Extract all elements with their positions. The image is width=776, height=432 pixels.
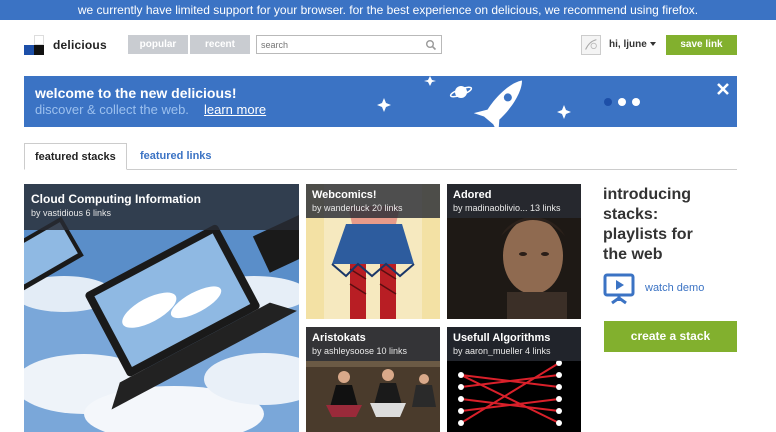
banner-title: welcome to the new delicious! [35, 85, 237, 101]
stacks-promo-heading: introducing stacks: playlists for the we… [603, 185, 733, 265]
search-box[interactable] [256, 35, 442, 54]
stack-title[interactable]: Cloud Computing Information [31, 192, 292, 206]
tab-featured-stacks[interactable]: featured stacks [24, 143, 127, 170]
stack-meta: by ashleysoose 10 links [312, 346, 408, 356]
stack-title[interactable]: Aristokats [312, 332, 434, 344]
user-menu[interactable]: hi, ljune [609, 39, 656, 50]
carousel-dot-3[interactable] [632, 98, 640, 106]
tab-featured-links[interactable]: featured links [130, 143, 222, 170]
close-icon[interactable] [716, 82, 730, 96]
tile-header: Webcomics! by wanderluck 20 links [306, 184, 440, 218]
stack-title[interactable]: Adored [453, 189, 575, 201]
browser-warning-bar: we currently have limited support for yo… [0, 0, 776, 20]
search-icon[interactable] [425, 39, 437, 51]
promo-line: introducing [603, 186, 691, 203]
stack-meta: by madinaoblivio... 13 links [453, 203, 561, 213]
promo-line: stacks: [603, 206, 659, 223]
banner-subtitle: discover & collect the web. [35, 102, 189, 117]
page: we currently have limited support for yo… [0, 0, 776, 432]
promo-line: playlists for [603, 226, 693, 243]
rocket-illustration-icon [377, 76, 571, 127]
nav-recent-button[interactable]: recent [190, 35, 250, 54]
stack-title[interactable]: Webcomics! [312, 189, 434, 201]
stack-meta: by aaron_mueller 4 links [453, 346, 551, 356]
avatar[interactable] [581, 35, 601, 55]
learn-more-link[interactable]: learn more [204, 102, 266, 117]
delicious-logo-icon[interactable] [24, 35, 44, 55]
nav-toggle: popular recent [128, 35, 250, 54]
promo-line: the web [603, 246, 663, 263]
stack-tile-usefull-algorithms[interactable]: Usefull Algorithms by aaron_mueller 4 li… [447, 327, 581, 432]
stack-tile-cloud-computing[interactable]: Cloud Computing Information by vastidiou… [24, 184, 299, 432]
stack-meta: by wanderluck 20 links [312, 203, 403, 213]
tile-header: Cloud Computing Information by vastidiou… [24, 184, 299, 230]
presentation-screen-icon[interactable] [603, 273, 635, 305]
create-stack-button[interactable]: create a stack [604, 321, 737, 352]
tile-header: Aristokats by ashleysoose 10 links [306, 327, 440, 361]
carousel-dot-1[interactable] [604, 98, 612, 106]
stack-tile-aristokats[interactable]: Aristokats by ashleysoose 10 links [306, 327, 440, 432]
welcome-banner: welcome to the new delicious! discover &… [24, 76, 737, 127]
stack-title[interactable]: Usefull Algorithms [453, 332, 575, 344]
chevron-down-icon [649, 42, 656, 47]
tile-header: Usefull Algorithms by aaron_mueller 4 li… [447, 327, 581, 361]
search-input[interactable] [261, 37, 421, 52]
watch-demo-link[interactable]: watch demo [645, 282, 704, 294]
user-greeting: hi, ljune [609, 39, 647, 50]
tile-header: Adored by madinaoblivio... 13 links [447, 184, 581, 218]
stack-tile-adored[interactable]: Adored by madinaoblivio... 13 links [447, 184, 581, 319]
nav-popular-button[interactable]: popular [128, 35, 188, 54]
save-link-button[interactable]: save link [666, 35, 737, 55]
stack-tabs: featured stacks featured links [24, 143, 737, 170]
carousel-dots [604, 98, 640, 106]
stack-meta: by vastidious 6 links [31, 208, 112, 218]
logo-text[interactable]: delicious [53, 38, 107, 52]
carousel-dot-2[interactable] [618, 98, 626, 106]
stack-tile-webcomics[interactable]: Webcomics! by wanderluck 20 links [306, 184, 440, 319]
